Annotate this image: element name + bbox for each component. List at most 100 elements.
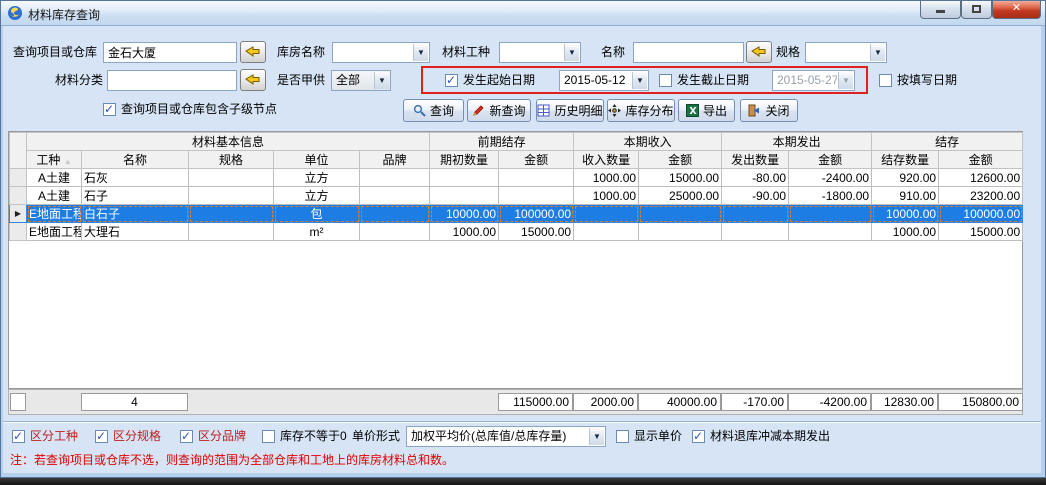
stock-nonzero-label: 库存不等于0 [280,427,347,445]
project-label: 查询项目或仓库 [13,42,97,63]
chevron-down-icon: ▼ [374,72,389,89]
pen-icon [472,104,485,117]
exit-door-icon [748,104,761,117]
separator [0,421,1046,423]
chevron-down-icon: ▼ [589,428,604,445]
close-button[interactable]: ✕ [992,0,1041,19]
desktop-strip [0,478,1046,485]
show-unit-price-checkbox[interactable] [616,430,629,443]
include-children-checkbox[interactable] [103,103,116,116]
hand-picker-icon [245,73,261,86]
date-range-highlight [421,66,868,94]
hand-picker-icon [245,45,261,58]
minimize-icon [936,10,945,13]
name-picker-button[interactable] [746,41,772,63]
search-icon [413,104,426,117]
warehouse-select[interactable]: ▼ [332,42,430,63]
col-name[interactable]: 名称 [82,151,189,169]
total-out-qty: -170.00 [721,393,788,411]
fill-date-label: 按填写日期 [897,70,957,91]
warehouse-label: 库房名称 [277,42,325,63]
supply-select[interactable]: 全部▼ [331,70,391,91]
total-out-amount: -4200.00 [788,393,871,411]
price-form-select[interactable]: 加权平均价(总库值/总库存量)▼ [406,426,606,447]
window-border-right [1041,26,1045,474]
grid-column-header-row: 工种 ▲ 名称 规格 单位 品牌 期初数量 金额 收入数量 金额 发出数量 金额… [10,151,1023,169]
name-input[interactable] [633,42,744,63]
col-worktype[interactable]: 工种 ▲ [27,151,82,169]
col-out-amount[interactable]: 金额 [789,151,872,169]
group-current-out: 本期发出 [722,133,872,151]
export-button[interactable]: 导出 [678,99,735,122]
chevron-down-icon: ▼ [870,44,885,61]
group-basic-info: 材料基本信息 [27,133,430,151]
col-brand[interactable]: 品牌 [360,151,430,169]
col-init-qty[interactable]: 期初数量 [430,151,499,169]
window-border-left [1,26,3,474]
total-bal-amount: 150800.00 [938,393,1023,411]
total-in-amount: 40000.00 [638,393,721,411]
sort-asc-icon: ▲ [64,157,72,166]
table-grid-icon [537,104,550,117]
project-picker-button[interactable] [240,41,266,63]
distinguish-brand-checkbox[interactable] [180,430,193,443]
col-out-qty[interactable]: 发出数量 [722,151,789,169]
new-query-button[interactable]: 新查询 [467,99,531,122]
distinguish-brand-label: 区分品牌 [198,427,246,445]
table-row[interactable]: E地面工程 大理石 m² 1000.00 15000.00 1000.00 15… [10,223,1023,241]
chevron-down-icon: ▼ [564,44,579,61]
category-label: 材料分类 [55,70,103,91]
worktype-select[interactable]: ▼ [499,42,581,63]
col-spec[interactable]: 规格 [189,151,274,169]
distinguish-spec-label: 区分规格 [113,427,161,445]
query-button[interactable]: 查询 [403,99,464,122]
category-picker-button[interactable] [240,69,266,91]
col-bal-amount[interactable]: 金额 [939,151,1023,169]
totals-indicator-box [10,393,26,411]
history-detail-button[interactable]: 历史明细 [536,99,604,122]
supply-label: 是否甲供 [277,70,325,91]
distinguish-worktype-label: 区分工种 [30,427,78,445]
col-bal-qty[interactable]: 结存数量 [872,151,939,169]
maximize-icon [972,5,981,13]
row-indicator [10,169,27,187]
fill-date-checkbox[interactable] [879,74,892,87]
window-title: 材料库存查询 [28,6,100,23]
grid-group-header-row: 材料基本信息 前期结存 本期收入 本期发出 结存 [10,133,1023,151]
stock-nonzero-checkbox[interactable] [262,430,275,443]
excel-export-icon [686,104,699,117]
return-offset-checkbox[interactable] [692,430,705,443]
hand-picker-icon [751,45,767,58]
title-bar[interactable]: 材料库存查询 ✕ [0,0,1046,26]
row-indicator [10,223,27,241]
stock-distribution-button[interactable]: 库存分布 [607,99,675,122]
total-bal-qty: 12830.00 [871,393,938,411]
col-unit[interactable]: 单位 [274,151,360,169]
include-children-label: 查询项目或仓库包含子级节点 [121,99,277,120]
project-input[interactable] [103,42,237,63]
maximize-button[interactable] [961,0,992,19]
col-in-qty[interactable]: 收入数量 [574,151,639,169]
distinguish-worktype-checkbox[interactable] [12,430,25,443]
table-row[interactable]: A土建 石子 立方 1000.00 25000.00 -90.00 -1800.… [10,187,1023,205]
minimize-button[interactable] [920,0,961,19]
close-window-button[interactable]: 关闭 [740,99,798,122]
spec-select[interactable]: ▼ [805,42,887,63]
chevron-down-icon: ▼ [413,44,428,61]
total-prev-amount: 115000.00 [498,393,573,411]
total-record-count: 4 [81,393,188,411]
spec-label: 规格 [776,42,800,63]
category-input[interactable] [107,70,237,91]
window-border-bottom [1,473,1045,477]
group-prev-balance: 前期结存 [430,133,574,151]
close-icon: ✕ [1012,2,1021,14]
row-indicator [10,187,27,205]
table-row[interactable]: A土建 石灰 立方 1000.00 15000.00 -80.00 -2400.… [10,169,1023,187]
col-in-amount[interactable]: 金额 [639,151,722,169]
table-row-selected[interactable]: ▶ E地面工程 白石子 包 10000.00 100000.00 10000.0… [10,205,1023,223]
totals-strip: 4 115000.00 2000.00 40000.00 -170.00 -42… [8,389,1023,415]
current-row-marker: ▶ [10,205,27,223]
distinguish-spec-checkbox[interactable] [95,430,108,443]
col-prev-amount[interactable]: 金额 [499,151,574,169]
inventory-grid: 材料基本信息 前期结存 本期收入 本期发出 结存 工种 ▲ 名称 规格 单位 品… [8,131,1023,389]
